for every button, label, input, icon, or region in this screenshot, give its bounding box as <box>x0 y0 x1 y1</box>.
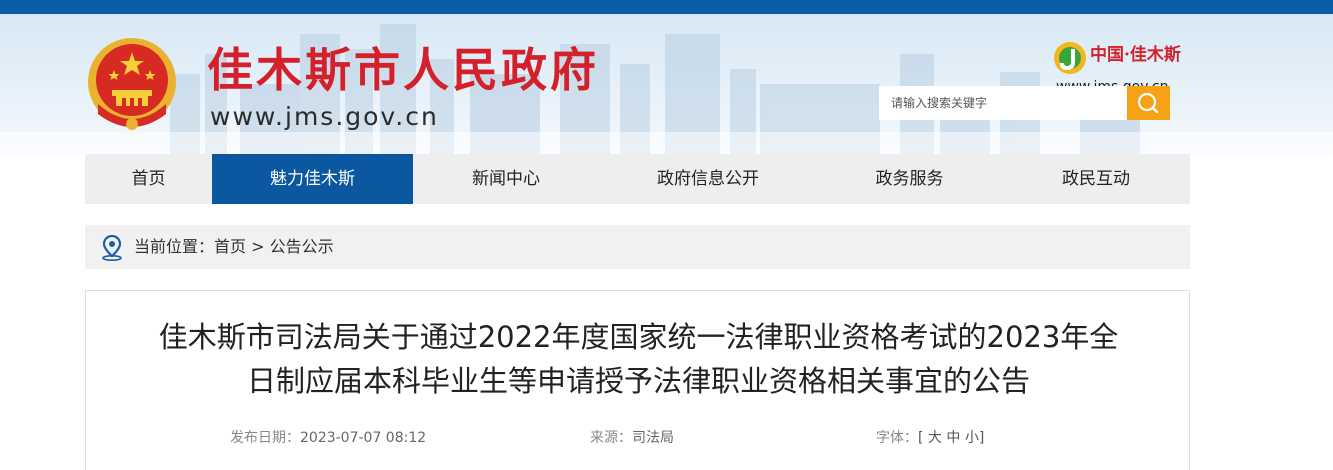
font-size-label: 字体： <box>876 430 918 446</box>
breadcrumb-home-link[interactable]: 首页 <box>214 237 246 256</box>
publish-date-label: 发布日期： <box>230 430 300 446</box>
breadcrumb-prefix: 当前位置： <box>134 237 215 256</box>
search-button[interactable] <box>1127 86 1170 120</box>
city-brand-logo-icon <box>1054 42 1086 74</box>
article-panel: 佳木斯市司法局关于通过2022年度国家统一法律职业资格考试的2023年全 日制应… <box>85 290 1190 470</box>
breadcrumb: 当前位置：首页 > 公告公示 <box>85 225 1190 269</box>
search-input[interactable] <box>879 86 1127 120</box>
font-size-large-button[interactable]: 大 <box>928 430 942 446</box>
national-emblem-icon <box>88 38 176 130</box>
search-box <box>879 86 1170 120</box>
nav-item-home[interactable]: 首页 <box>85 154 212 204</box>
main-nav: 首页 魅力佳木斯 新闻中心 政府信息公开 政务服务 政民互动 <box>85 154 1190 204</box>
nav-item-charm-jiamusi[interactable]: 魅力佳木斯 <box>212 154 413 204</box>
article-source-label: 来源： <box>590 430 632 446</box>
font-size-medium-button[interactable]: 中 <box>946 430 960 446</box>
search-icon <box>1137 92 1159 114</box>
article-title: 佳木斯市司法局关于通过2022年度国家统一法律职业资格考试的2023年全 日制应… <box>126 315 1151 403</box>
font-size-switcher: 字体：[ 大 中 小] <box>876 428 984 448</box>
breadcrumb-current-link[interactable]: 公告公示 <box>270 237 334 256</box>
article-title-line2: 日制应届本科毕业生等申请授予法律职业资格相关事宜的公告 <box>246 364 1030 398</box>
breadcrumb-trail: 当前位置：首页 > 公告公示 <box>134 225 334 269</box>
site-url: www.jms.gov.cn <box>210 102 439 131</box>
article-source-value: 司法局 <box>632 430 674 446</box>
font-size-bracket-close: ] <box>978 430 985 446</box>
nav-item-gov-info[interactable]: 政府信息公开 <box>599 154 817 204</box>
location-pin-icon <box>102 235 122 261</box>
nav-item-news-center[interactable]: 新闻中心 <box>413 154 599 204</box>
city-brand-name: 中国·佳木斯 <box>1090 45 1181 65</box>
site-header: 佳木斯市人民政府 www.jms.gov.cn 中国·佳木斯 www.jms.g… <box>0 14 1333 154</box>
font-size-small-button[interactable]: 小 <box>965 430 979 446</box>
article-source: 来源：司法局 <box>590 428 674 448</box>
article-title-line1: 佳木斯市司法局关于通过2022年度国家统一法律职业资格考试的2023年全 <box>158 320 1119 354</box>
site-title[interactable]: 佳木斯市人民政府 <box>207 44 599 96</box>
top-bar <box>0 0 1333 14</box>
nav-item-interaction[interactable]: 政民互动 <box>1002 154 1190 204</box>
breadcrumb-separator: > <box>246 237 270 256</box>
publish-date: 发布日期：2023-07-07 08:12 <box>230 428 426 448</box>
font-size-bracket-open: [ <box>918 430 924 446</box>
nav-item-gov-services[interactable]: 政务服务 <box>817 154 1002 204</box>
publish-date-value: 2023-07-07 08:12 <box>300 430 427 446</box>
